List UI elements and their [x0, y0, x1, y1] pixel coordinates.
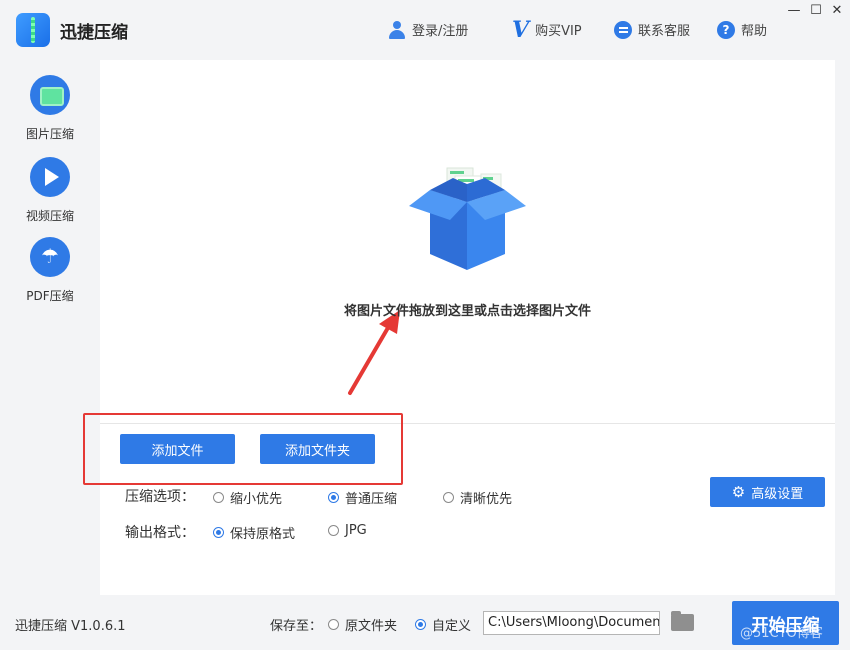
app-title: 迅捷压缩 [60, 23, 128, 43]
sidebar-item-video-compress[interactable]: 视频压缩 [20, 157, 80, 224]
advanced-settings-label: 高级设置 [751, 486, 804, 502]
option-label: 清晰优先 [460, 492, 513, 507]
help-label: 帮助 [741, 24, 768, 39]
sidebar-item-label: PDF压缩 [26, 289, 74, 303]
folder-icon[interactable] [671, 611, 694, 631]
add-file-button[interactable]: 添加文件 [120, 434, 235, 464]
radio-button-selected[interactable] [213, 527, 224, 538]
sidebar-item-label: 图片压缩 [25, 127, 74, 141]
main-panel: 将图片文件拖放到这里或点击选择图片文件 添加文件 添加文件夹 压缩选项： 缩小优… [83, 60, 835, 595]
help-icon: ? [717, 20, 735, 39]
sidebar-item-pdf-compress[interactable]: PDF压缩 [20, 237, 80, 304]
radio-button-selected[interactable] [415, 619, 426, 630]
contact-service-link[interactable]: 联系客服 [614, 20, 690, 39]
pdf-icon [30, 237, 70, 277]
sidebar-item-image-compress[interactable]: 图片压缩 [20, 75, 80, 142]
compress-options-label: 压缩选项： [125, 489, 195, 505]
save-to-label: 保存至： [270, 619, 323, 634]
radio-button[interactable] [328, 619, 339, 630]
option-label: JPG [345, 523, 367, 538]
radio-button-selected[interactable] [328, 492, 339, 503]
close-button[interactable]: ✕ [829, 3, 845, 18]
option-label: 保持原格式 [230, 527, 296, 542]
login-label: 登录/注册 [412, 24, 469, 39]
compress-option-clear[interactable]: 清晰优先 [443, 488, 512, 507]
version-text: 迅捷压缩 V1.0.6.1 [15, 619, 126, 634]
output-path-input[interactable]: C:\Users\Mloong\Documents [483, 611, 660, 635]
radio-button[interactable] [328, 525, 339, 536]
option-label: 自定义 [432, 619, 472, 634]
option-label: 缩小优先 [230, 492, 283, 507]
service-label: 联系客服 [638, 24, 691, 39]
save-option-original-folder[interactable]: 原文件夹 [328, 615, 397, 634]
picture-icon [30, 75, 70, 115]
save-option-custom[interactable]: 自定义 [415, 615, 471, 634]
watermark: @51CTO博客 [740, 626, 823, 641]
sidebar-item-label: 视频压缩 [25, 209, 74, 223]
compress-option-smaller[interactable]: 缩小优先 [213, 488, 282, 507]
advanced-settings-button[interactable]: ⚙ 高级设置 [710, 477, 825, 507]
add-folder-button[interactable]: 添加文件夹 [260, 434, 375, 464]
radio-button[interactable] [213, 492, 224, 503]
play-icon [30, 157, 70, 197]
compress-option-normal[interactable]: 普通压缩 [328, 488, 397, 507]
minimize-button[interactable]: — [786, 3, 802, 18]
maximize-button[interactable]: ☐ [808, 3, 824, 18]
buy-vip-link[interactable]: V 购买VIP [512, 16, 582, 43]
gear-icon: ⚙ [731, 483, 746, 501]
option-label: 原文件夹 [345, 619, 398, 634]
chat-icon [614, 20, 632, 39]
login-link[interactable]: 登录/注册 [388, 20, 468, 39]
pointer-arrow-icon [348, 310, 400, 395]
help-link[interactable]: ? 帮助 [717, 20, 767, 39]
open-box-icon [409, 167, 526, 270]
drop-hint: 将图片文件拖放到这里或点击选择图片文件 [343, 304, 591, 319]
output-format-label: 输出格式： [125, 525, 195, 541]
option-label: 普通压缩 [345, 492, 398, 507]
user-icon [388, 20, 406, 39]
output-format-keep[interactable]: 保持原格式 [213, 523, 295, 542]
vip-label: 购买VIP [535, 24, 582, 39]
radio-button[interactable] [443, 492, 454, 503]
title-bar: 迅捷压缩 登录/注册 V 购买VIP 联系客服 ? 帮助 — ☐ ✕ [0, 0, 850, 60]
drop-zone[interactable]: 将图片文件拖放到这里或点击选择图片文件 [100, 60, 835, 423]
app-logo-icon [16, 13, 50, 47]
vip-icon: V [512, 16, 530, 43]
output-format-jpg[interactable]: JPG [328, 523, 367, 538]
